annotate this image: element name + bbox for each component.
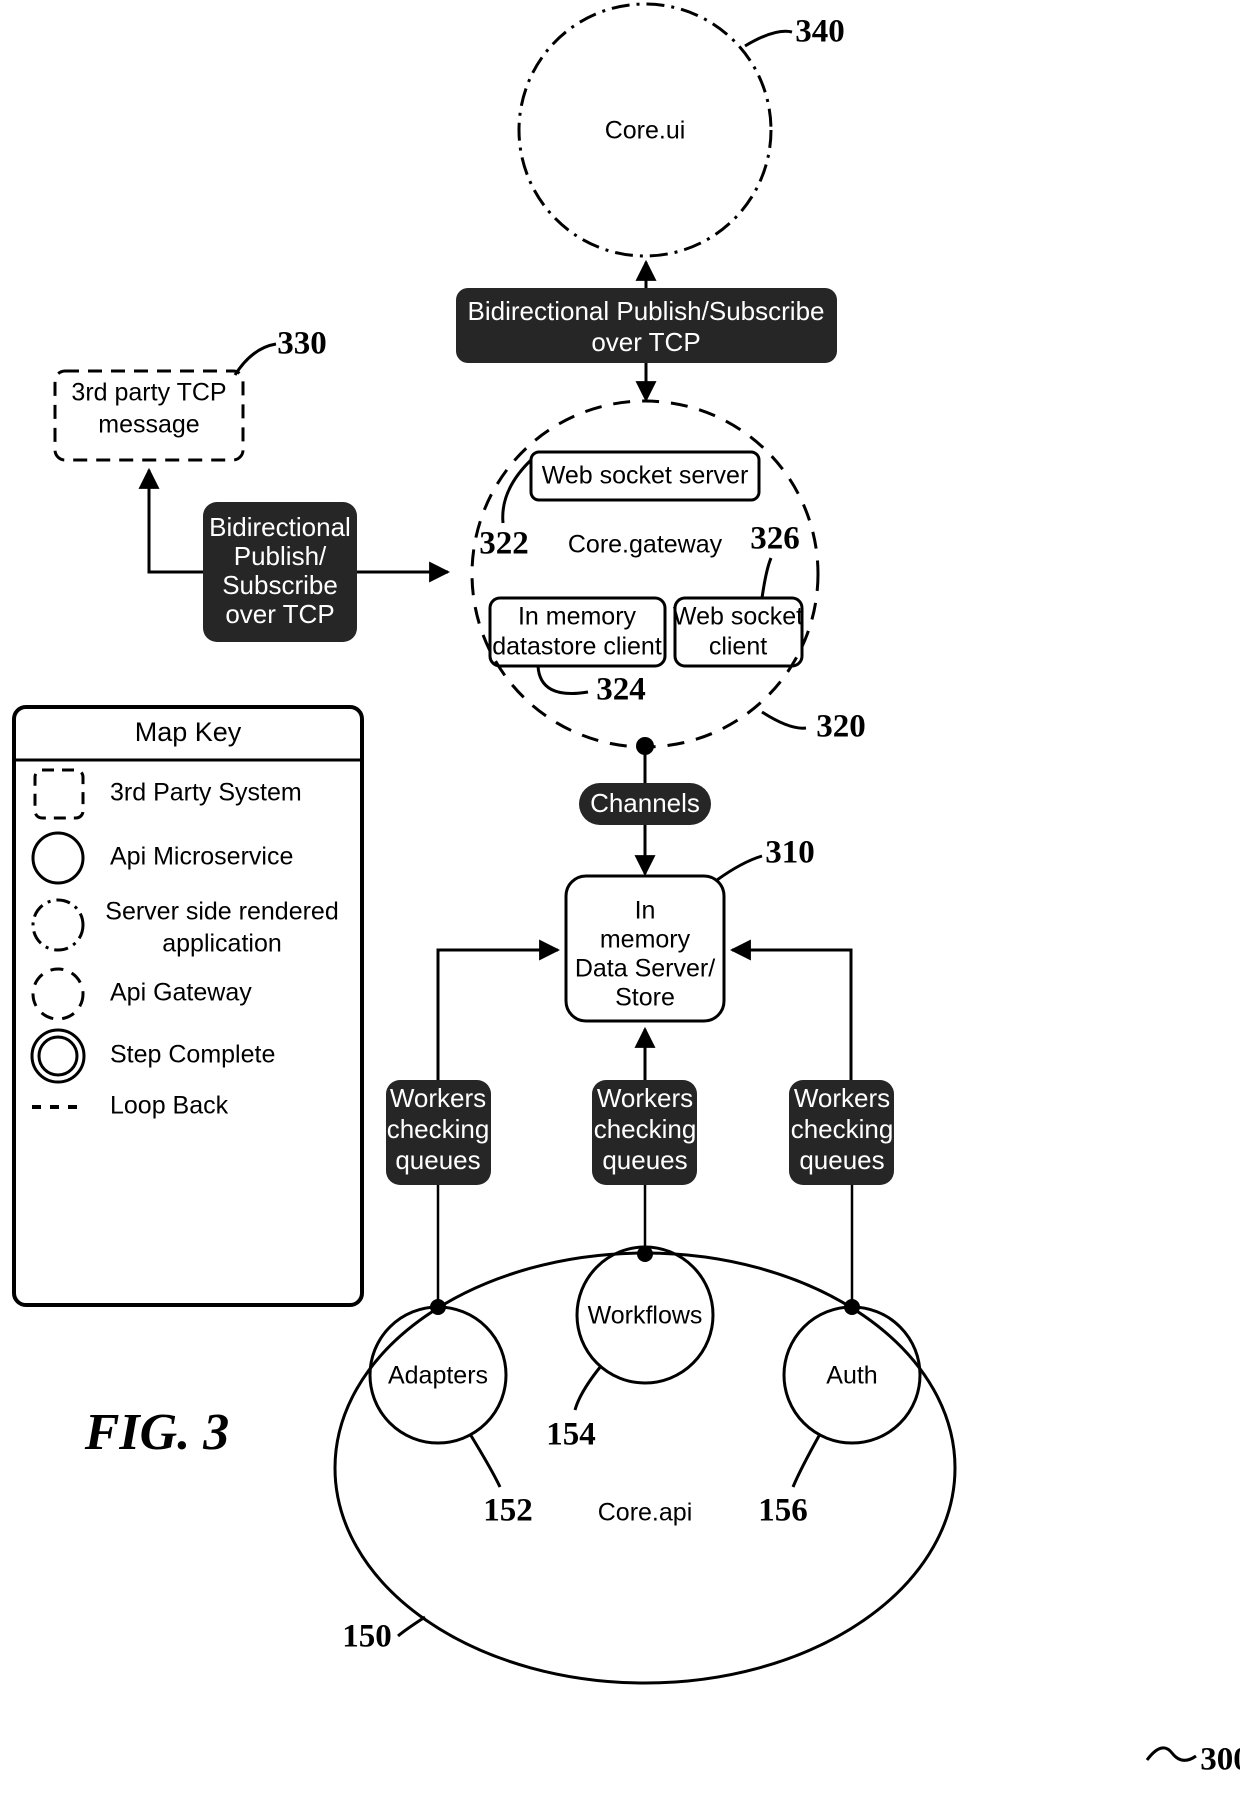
ref-150: 150 [342, 1619, 392, 1655]
figure-canvas: Core.ui 340 Bidirectional Publish/Subscr… [12, 2, 1240, 1778]
core-gateway-leader [761, 710, 807, 730]
ref-322: 322 [479, 526, 529, 562]
map-key-label-3: Api Gateway [110, 979, 252, 1007]
ref-330: 330 [277, 326, 327, 362]
map-key-label-1: Api Microservice [110, 843, 293, 871]
in-memory-datastore-client-leader [536, 665, 589, 695]
core-gateway-label: Core.gateway [568, 531, 723, 559]
arrow-workers-right-to-dataserver [729, 939, 853, 1082]
workers-left-line3: queues [395, 1145, 480, 1175]
ref-324: 324 [596, 672, 646, 708]
data-server-leader [716, 854, 763, 882]
data-server-line3: Data Server/ [575, 955, 715, 983]
web-socket-client-line1: Web socket [673, 603, 803, 631]
third-party-line1: 3rd party TCP [71, 379, 226, 407]
solid-circle-outline-icon [31, 831, 85, 885]
channels-label: Channels [590, 788, 700, 818]
workers-right-line3: queues [799, 1145, 884, 1175]
third-party-line2: message [98, 411, 199, 439]
map-key-label-2a: Server side rendered [105, 898, 338, 926]
auth-label: Auth [826, 1362, 877, 1390]
map-key-label-4: Step Complete [110, 1041, 275, 1069]
ref-320: 320 [816, 709, 866, 745]
workers-center-line3: queues [602, 1145, 687, 1175]
workers-center-line2: checking [594, 1114, 697, 1144]
figure-title: FIG. 3 [84, 1404, 229, 1461]
workers-left-line2: checking [387, 1114, 490, 1144]
workers-center-line1: Workers [597, 1083, 693, 1113]
workers-right-line1: Workers [794, 1083, 890, 1113]
workflows-junction-dot [637, 1246, 653, 1262]
adapters-label: Adapters [388, 1362, 488, 1390]
data-server-line4: Store [615, 984, 675, 1012]
adapters-leader [468, 1433, 502, 1488]
arrow-pubsub-to-thirdparty [138, 467, 203, 574]
pubsub-left-line4: over TCP [225, 599, 334, 629]
pubsub-left-line3: Subscribe [222, 570, 338, 600]
in-memory-datastore-client-line2: datastore client [492, 633, 662, 661]
pubsub-left-line1: Bidirectional [209, 512, 351, 542]
overall-ref-leader [1145, 1746, 1197, 1762]
pubsub-top-line2: over TCP [591, 327, 700, 357]
third-party-leader [233, 342, 277, 376]
adapters-junction-dot [430, 1299, 446, 1315]
map-key-label-0: 3rd Party System [110, 779, 302, 807]
workflows-leader [573, 1365, 603, 1411]
workflows-label: Workflows [588, 1302, 703, 1330]
data-server-line1: In [635, 897, 656, 925]
map-key-label-5: Loop Back [110, 1092, 229, 1120]
ref-152: 152 [483, 1493, 533, 1529]
double-circle-inner-icon [37, 1035, 79, 1077]
workers-left-line1: Workers [390, 1083, 486, 1113]
in-memory-datastore-client-line1: In memory [518, 603, 637, 631]
pubsub-left-line2: Publish/ [234, 541, 327, 571]
core-ui-leader [744, 29, 793, 48]
web-socket-client-line2: client [709, 633, 767, 661]
auth-leader [791, 1433, 822, 1488]
web-socket-client-leader [760, 557, 773, 599]
auth-junction-dot [844, 1299, 860, 1315]
web-socket-server-label: Web socket server [542, 462, 749, 490]
ref-156: 156 [758, 1493, 808, 1529]
map-key-label-2b: application [162, 930, 282, 958]
map-key-title: Map Key [135, 717, 242, 747]
data-server-line2: memory [600, 926, 691, 954]
core-api-leader [397, 1615, 426, 1638]
ref-154: 154 [546, 1417, 596, 1453]
ref-300: 300 [1200, 1742, 1240, 1778]
ref-340: 340 [795, 14, 845, 50]
patent-figure-3: Core.ui 340 Bidirectional Publish/Subscr… [0, 0, 1240, 1819]
core-ui-label: Core.ui [605, 117, 686, 145]
web-socket-server-leader [501, 458, 533, 524]
ref-326: 326 [750, 521, 800, 557]
dashed-circle-outline-icon [31, 967, 85, 1021]
dash-dot-circle-outline-icon [31, 898, 85, 952]
dashed-square-icon [33, 768, 85, 820]
ref-310: 310 [765, 835, 815, 871]
arrow-workers-left-to-dataserver [436, 939, 561, 1082]
pubsub-top-line1: Bidirectional Publish/Subscribe [468, 296, 825, 326]
core-api-label: Core.api [598, 1499, 693, 1527]
workers-right-line2: checking [791, 1114, 894, 1144]
